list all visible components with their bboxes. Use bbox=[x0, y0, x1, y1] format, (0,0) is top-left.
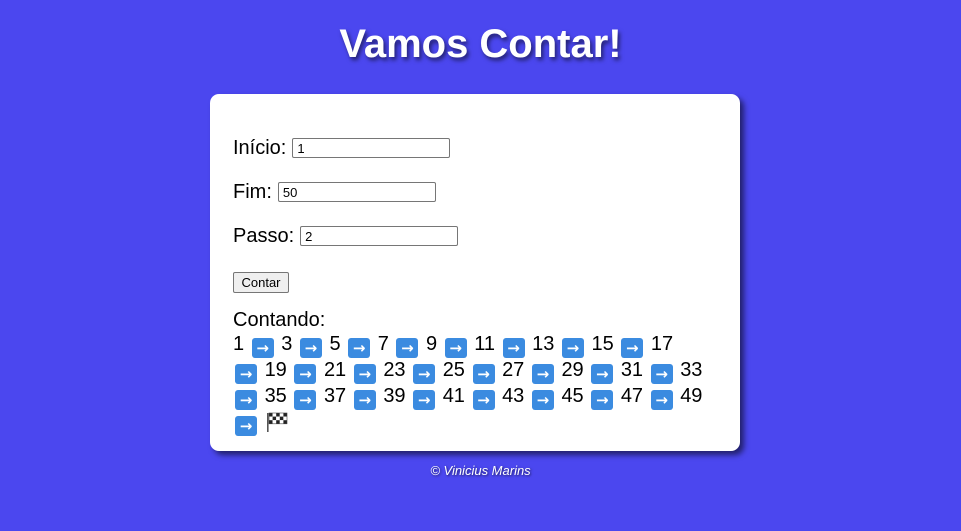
step-field-row: Passo: bbox=[233, 224, 459, 248]
start-input[interactable] bbox=[292, 138, 451, 158]
count-number: 19 bbox=[264, 359, 287, 381]
count-number: 41 bbox=[442, 385, 465, 407]
count-button[interactable]: Contar bbox=[233, 272, 289, 293]
right-arrow-icon: → bbox=[396, 338, 419, 358]
checkered-flag-icon bbox=[266, 412, 287, 432]
count-number: 37 bbox=[323, 385, 347, 407]
count-number: 23 bbox=[383, 359, 406, 381]
count-number: 39 bbox=[383, 385, 406, 407]
count-number: 15 bbox=[591, 333, 614, 355]
right-arrow-icon: → bbox=[235, 416, 257, 436]
right-arrow-icon: → bbox=[650, 364, 673, 384]
right-arrow-icon: → bbox=[472, 390, 495, 410]
right-arrow-icon: → bbox=[561, 338, 584, 358]
right-arrow-icon: → bbox=[294, 364, 317, 384]
right-arrow-icon: → bbox=[472, 364, 495, 384]
count-number: 35 bbox=[264, 385, 287, 407]
right-arrow-icon: → bbox=[531, 364, 554, 384]
right-arrow-icon: → bbox=[251, 338, 274, 358]
counter-card: Início: Fim: Passo: Contar Contando: 1 →… bbox=[210, 94, 740, 451]
right-arrow-icon: → bbox=[444, 338, 467, 358]
count-number: 31 bbox=[620, 359, 644, 381]
count-number: 21 bbox=[323, 359, 347, 381]
count-number: 5 bbox=[329, 333, 341, 355]
count-number: 27 bbox=[502, 359, 525, 381]
right-arrow-icon: → bbox=[353, 390, 376, 410]
count-number: 29 bbox=[561, 359, 584, 381]
right-arrow-icon: → bbox=[413, 390, 436, 410]
count-number: 1 bbox=[233, 333, 245, 355]
right-arrow-icon: → bbox=[531, 390, 554, 410]
end-label: Fim: bbox=[233, 181, 272, 203]
count-number: 3 bbox=[281, 333, 293, 355]
right-arrow-icon: → bbox=[413, 364, 436, 384]
right-arrow-icon: → bbox=[650, 390, 673, 410]
count-number: 11 bbox=[474, 333, 496, 355]
right-arrow-icon: → bbox=[621, 338, 644, 358]
page-title: Vamos Contar! bbox=[339, 22, 622, 66]
count-number: 45 bbox=[561, 385, 584, 407]
right-arrow-icon: → bbox=[299, 338, 322, 358]
count-number: 13 bbox=[532, 333, 555, 355]
right-arrow-icon: → bbox=[235, 364, 257, 384]
right-arrow-icon: → bbox=[591, 390, 614, 410]
start-field-row: Início: bbox=[233, 136, 451, 160]
end-input[interactable] bbox=[277, 182, 436, 202]
count-number: 25 bbox=[442, 359, 465, 381]
count-sequence: 1 → 3 → 5 → 7 → 9 → 11 → 13 → 15 → 17 → … bbox=[233, 332, 703, 436]
count-number: 47 bbox=[620, 385, 644, 407]
step-input[interactable] bbox=[300, 226, 459, 246]
right-arrow-icon: → bbox=[502, 338, 525, 358]
step-label: Passo: bbox=[233, 225, 295, 247]
result-area: Contando: 1 → 3 → 5 → 7 → 9 → 11 → 13 → … bbox=[233, 308, 703, 436]
right-arrow-icon: → bbox=[348, 338, 371, 358]
count-number: 49 bbox=[680, 385, 703, 407]
right-arrow-icon: → bbox=[294, 390, 317, 410]
count-number: 17 bbox=[650, 333, 674, 355]
right-arrow-icon: → bbox=[235, 390, 257, 410]
right-arrow-icon: → bbox=[353, 364, 376, 384]
end-field-row: Fim: bbox=[233, 180, 436, 204]
count-number: 9 bbox=[426, 333, 438, 355]
footer-credit: © Vinicius Marins bbox=[430, 463, 531, 478]
result-label: Contando: bbox=[233, 309, 326, 331]
count-number: 7 bbox=[377, 333, 389, 355]
right-arrow-icon: → bbox=[591, 364, 614, 384]
start-label: Início: bbox=[233, 137, 287, 159]
count-number: 43 bbox=[502, 385, 525, 407]
count-number: 33 bbox=[680, 359, 703, 381]
